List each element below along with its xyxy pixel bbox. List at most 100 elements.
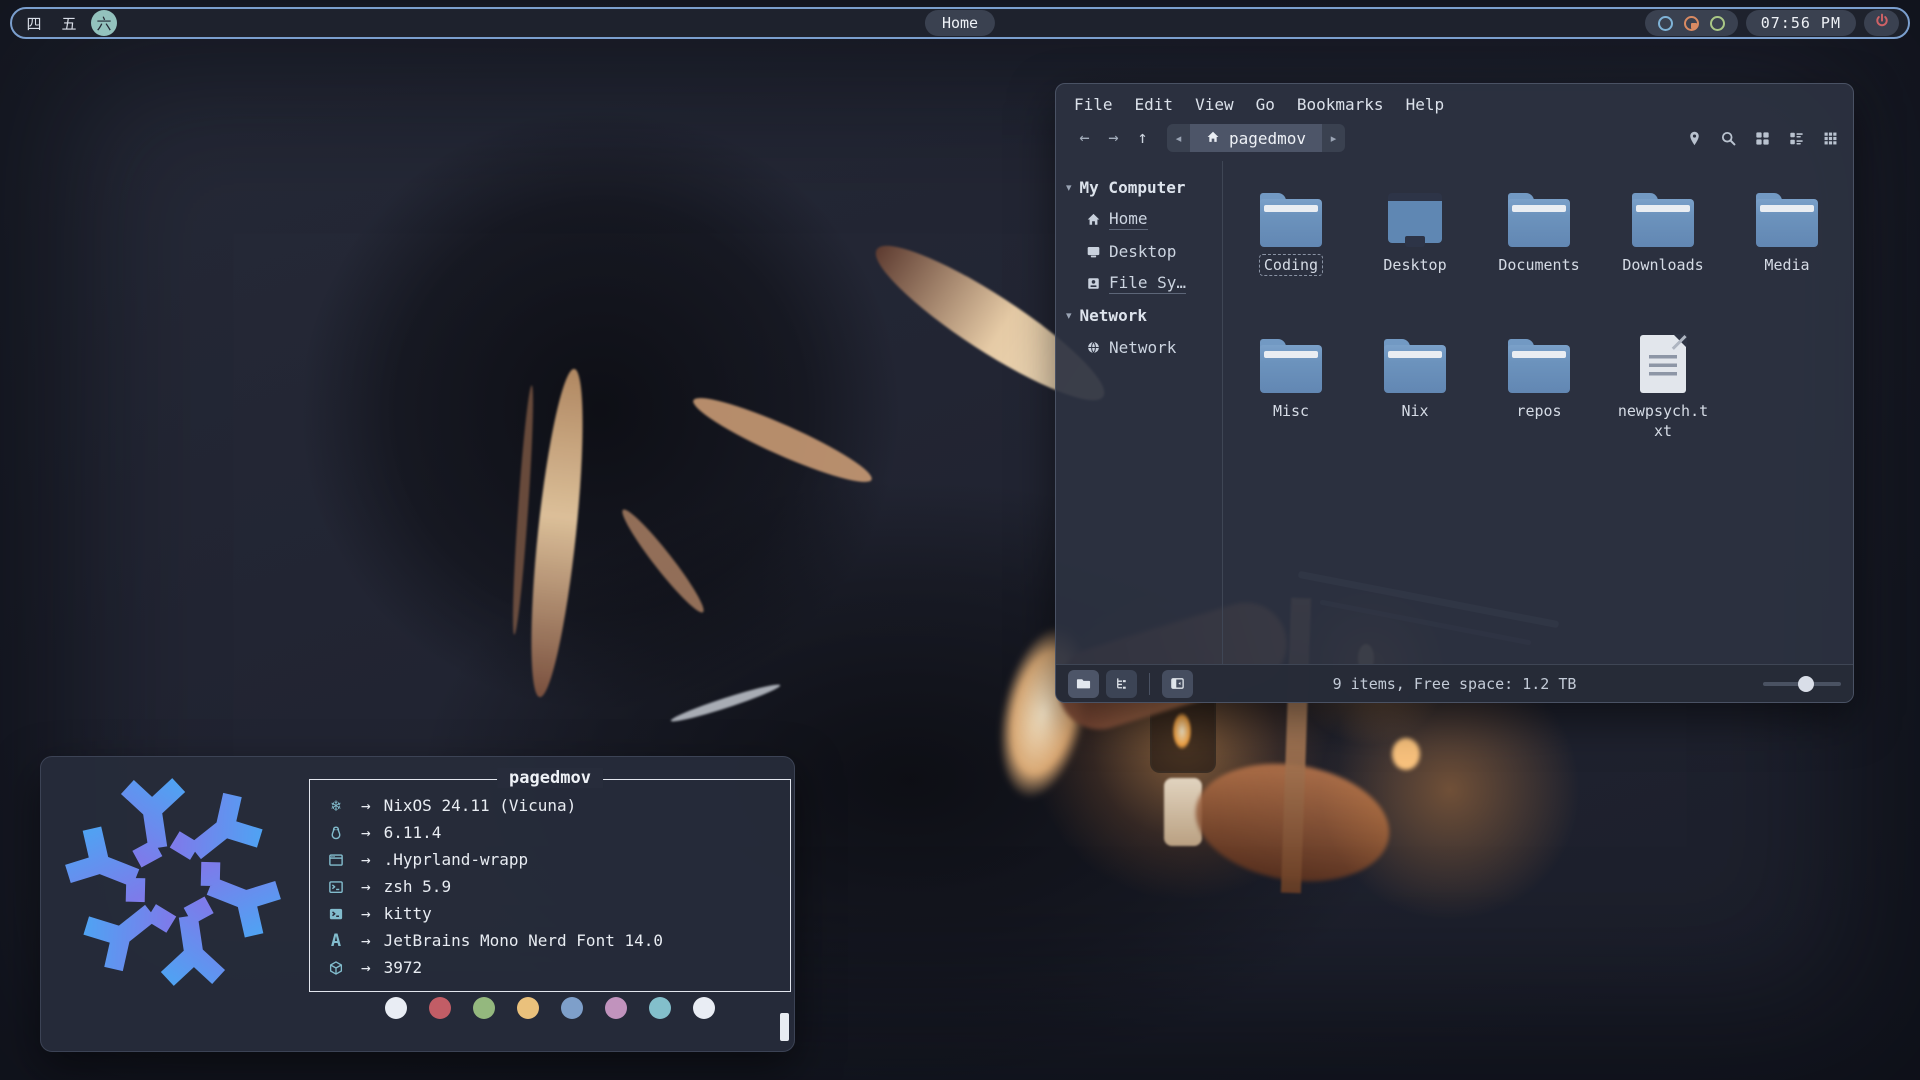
breadcrumb-next-button[interactable]: ▸ (1322, 124, 1345, 152)
terminal-emulator-icon (324, 906, 348, 922)
file-item[interactable]: Downloads (1601, 183, 1725, 329)
menu-item[interactable]: File (1074, 95, 1113, 114)
workspace-label: 五 (61, 13, 76, 34)
file-item[interactable]: Nix (1353, 329, 1477, 475)
file-item-label: Desktop (1378, 254, 1451, 276)
menu-item[interactable]: Go (1256, 95, 1275, 114)
workspace-switcher: 四五六 (21, 10, 117, 36)
file-item[interactable]: newpsych.txt (1601, 329, 1725, 475)
breadcrumb-prev-button[interactable]: ◂ (1167, 124, 1190, 152)
fetch-value: 6.11.4 (384, 823, 442, 842)
file-item[interactable]: Desktop (1353, 183, 1477, 329)
menu-item[interactable]: View (1195, 95, 1234, 114)
file-item[interactable]: Documents (1477, 183, 1601, 329)
palette-dot (473, 997, 495, 1019)
file-item-label: repos (1511, 400, 1566, 422)
file-item[interactable]: Coding (1229, 183, 1353, 329)
palette-dot (649, 997, 671, 1019)
file-grid: Coding Desktop Documents (1223, 161, 1853, 664)
folder-icon (1384, 339, 1446, 393)
menu-item[interactable]: Bookmarks (1297, 95, 1384, 114)
breadcrumb: ◂ pagedmov ▸ (1167, 124, 1345, 152)
network-globe-icon (1086, 340, 1101, 355)
fetch-row: → .Hyprland-wrapp (324, 846, 776, 873)
up-button[interactable]: ↑ (1128, 128, 1157, 148)
folder-icon (1508, 339, 1570, 393)
menu-item[interactable]: Help (1406, 95, 1445, 114)
terminal-scroll-indicator[interactable] (780, 1013, 789, 1041)
workspace-item[interactable]: 四 (21, 10, 47, 36)
sidebar-row-label: Network (1080, 306, 1147, 325)
palette-dot (693, 997, 715, 1019)
workspace-item[interactable]: 六 (91, 10, 117, 36)
location-pin-icon[interactable] (1686, 130, 1703, 147)
indicator-ring-icon[interactable] (1684, 16, 1699, 31)
file-item[interactable]: Media (1725, 183, 1849, 329)
file-item-label: Media (1759, 254, 1814, 276)
active-window-pill: Home (925, 10, 995, 36)
fetch-value: kitty (384, 904, 432, 923)
folder-icon (1260, 339, 1322, 393)
fetch-value: JetBrains Mono Nerd Font 14.0 (384, 931, 663, 950)
file-item[interactable]: repos (1477, 329, 1601, 475)
filesystem-icon (1086, 276, 1101, 291)
terminal-window: pagedmov ❄ → NixOS 24.11 (Vicuna) (40, 756, 795, 1052)
fastfetch-panel: pagedmov ❄ → NixOS 24.11 (Vicuna) (309, 767, 791, 992)
zoom-slider-handle[interactable] (1798, 676, 1814, 692)
toggle-side-pane-button[interactable] (1162, 670, 1193, 698)
clock[interactable]: 07:56 PM (1746, 14, 1856, 32)
power-button[interactable] (1864, 10, 1899, 36)
indicator-ring-icon[interactable] (1710, 16, 1725, 31)
sidebar-row[interactable]: Home (1056, 203, 1222, 235)
status-indicators (1645, 10, 1738, 36)
window-manager-icon (324, 852, 348, 868)
file-manager-body: ▾ My Computer Home (1056, 161, 1853, 664)
palette-dot (605, 997, 627, 1019)
show-tree-button[interactable] (1106, 670, 1137, 698)
fetch-value: 3972 (384, 958, 423, 977)
arrow-icon: → (361, 850, 371, 869)
file-item[interactable]: Misc (1229, 329, 1353, 475)
breadcrumb-current[interactable]: pagedmov (1190, 124, 1322, 152)
arrow-icon: → (361, 931, 371, 950)
sidebar-row-label: Home (1109, 209, 1148, 230)
sidebar-row[interactable]: File Sy… (1056, 267, 1222, 299)
sidebar-row[interactable]: Network (1056, 331, 1222, 363)
menu-item[interactable]: Edit (1135, 95, 1174, 114)
folder-icon (1508, 193, 1570, 247)
sidebar-row[interactable]: ▾ Network (1056, 299, 1222, 331)
status-separator (1149, 673, 1150, 695)
back-button[interactable]: ← (1070, 128, 1099, 148)
compact-view-icon[interactable] (1822, 130, 1839, 147)
desktop-folder-icon (1386, 193, 1444, 247)
workspace-label: 六 (96, 13, 111, 34)
arrow-icon: → (361, 796, 371, 815)
expander-icon[interactable]: ▾ (1066, 181, 1072, 194)
home-icon (1086, 212, 1101, 227)
fetch-row: → kitty (324, 900, 776, 927)
fetch-row: A → JetBrains Mono Nerd Font 14.0 (324, 927, 776, 954)
workspace-item[interactable]: 五 (56, 10, 82, 36)
places-sidebar: ▾ My Computer Home (1056, 161, 1223, 664)
file-item-label: Nix (1396, 400, 1433, 422)
breadcrumb-path: pagedmov (1229, 129, 1306, 148)
search-icon[interactable] (1720, 130, 1737, 147)
sidebar-row[interactable]: Desktop (1056, 235, 1222, 267)
sidebar-row-label: Network (1109, 338, 1176, 357)
palette-dot (385, 997, 407, 1019)
expander-icon[interactable]: ▾ (1066, 309, 1072, 322)
zoom-slider[interactable] (1763, 676, 1841, 692)
fetch-row: → zsh 5.9 (324, 873, 776, 900)
sidebar-row[interactable]: ▾ My Computer (1056, 171, 1222, 203)
icon-view-icon[interactable] (1754, 130, 1771, 147)
file-item-label: newpsych.txt (1610, 400, 1716, 442)
indicator-ring-icon[interactable] (1658, 16, 1673, 31)
sidebar-row-label: File Sy… (1109, 273, 1186, 294)
forward-button[interactable]: → (1099, 128, 1128, 148)
list-view-icon[interactable] (1788, 130, 1805, 147)
folder-icon (1632, 193, 1694, 247)
show-files-button[interactable] (1068, 670, 1099, 698)
fetch-value: zsh 5.9 (384, 877, 451, 896)
fastfetch-title: pagedmov (497, 768, 603, 788)
font-icon: A (324, 931, 348, 951)
